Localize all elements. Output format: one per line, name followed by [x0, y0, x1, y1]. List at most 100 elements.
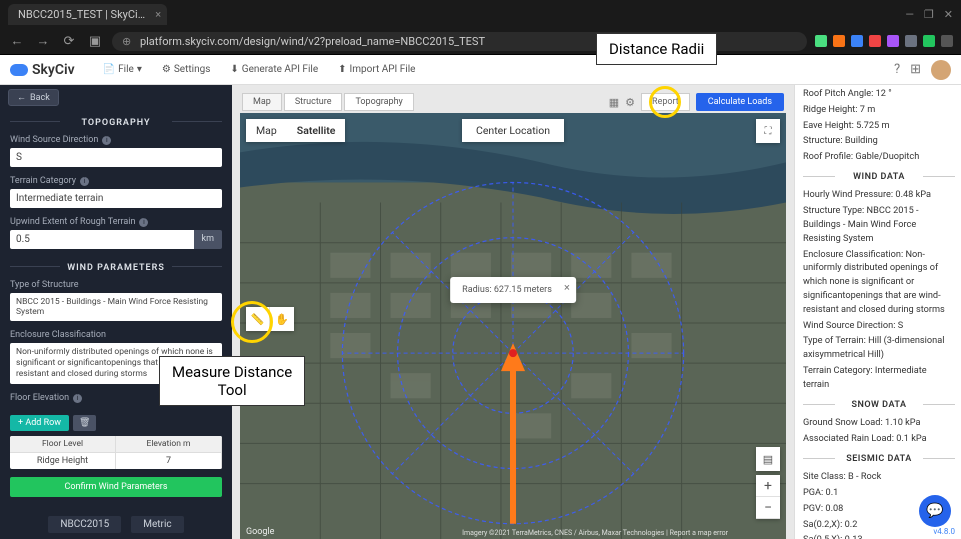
rain-load: Associated Rain Load: 0.1 kPa — [803, 432, 955, 446]
info-icon[interactable]: i — [102, 136, 111, 145]
section-wind-params: WIND PARAMETERS — [0, 255, 232, 277]
upwind-extent-label: Upwind Extent of Rough Terraini — [10, 217, 222, 227]
unit-tab[interactable]: Metric — [131, 516, 183, 533]
ext-icon[interactable] — [923, 35, 935, 47]
enclosure-class: Enclosure Classification: Non-uniformly … — [803, 248, 955, 317]
ground-snow: Ground Snow Load: 1.10 kPa — [803, 416, 955, 430]
upwind-extent-input[interactable] — [10, 230, 194, 249]
structure-type-select[interactable]: NBCC 2015 - Buildings - Main Wind Force … — [10, 293, 222, 321]
tab-topography[interactable]: Topography — [344, 93, 413, 111]
hand-icon[interactable]: ✋ — [270, 307, 294, 331]
ext-icon[interactable] — [905, 35, 917, 47]
maximize-icon[interactable]: ❐ — [924, 8, 934, 21]
map-view-button[interactable]: Map — [246, 119, 287, 142]
reload-icon[interactable]: ⟳ — [60, 34, 78, 49]
ext-icon[interactable] — [941, 35, 953, 47]
window-controls: — ❐ ✕ — [905, 8, 953, 21]
back-nav-icon[interactable]: ← — [8, 33, 26, 49]
satellite-view-button[interactable]: Satellite — [287, 119, 346, 142]
browser-tab[interactable]: NBCC2015_TEST | SkyCi… × — [8, 4, 167, 25]
radius-popup: × Radius: 627.15 meters — [450, 277, 576, 303]
close-icon[interactable]: × — [564, 281, 570, 294]
satellite-map[interactable] — [240, 113, 786, 539]
ext-icon[interactable] — [815, 35, 827, 47]
section-topography: TOPOGRAPHY — [0, 110, 232, 132]
ruler-icon[interactable]: 📏 — [246, 307, 270, 331]
seismic-data-header: SEISMIC DATA — [803, 448, 955, 469]
app-toolbar: SkyCiv 📄File▾ ⚙Settings ⬇Generate API Fi… — [0, 55, 961, 85]
info-icon[interactable]: i — [80, 177, 89, 186]
ext-icon[interactable] — [869, 35, 881, 47]
layers-icon[interactable]: ▤ — [756, 447, 780, 471]
apps-icon[interactable]: ⊞ — [910, 62, 921, 77]
version-label: v4.8.0 — [933, 527, 955, 536]
calculate-button[interactable]: Calculate Loads — [696, 93, 784, 111]
roof-profile: Roof Profile: Gable/Duopitch — [803, 150, 955, 164]
sidebar: ←Back TOPOGRAPHY Wind Source Directioni … — [0, 55, 232, 539]
tab-structure[interactable]: Structure — [284, 93, 343, 111]
delete-row-button[interactable]: 🗑 — [73, 415, 96, 431]
eave-height: Eave Height: 5.725 m — [803, 119, 955, 133]
terrain-type: Type of Terrain: Hill (3-dimensional axi… — [803, 334, 955, 362]
add-row-button[interactable]: + Add Row — [10, 415, 69, 431]
zoom-out-icon[interactable]: − — [756, 497, 780, 519]
tab-icon[interactable]: ▣ — [86, 34, 104, 49]
ridge-height: Ridge Height: 7 m — [803, 103, 955, 117]
ext-icon[interactable] — [851, 35, 863, 47]
center-location-button[interactable]: Center Location — [462, 119, 564, 142]
gear-icon[interactable]: ⚙ — [625, 96, 635, 109]
report-button[interactable]: Report — [641, 93, 690, 111]
hourly-wind: Hourly Wind Pressure: 0.48 kPa — [803, 188, 955, 202]
settings-menu[interactable]: ⚙Settings — [154, 61, 218, 78]
code-tab[interactable]: NBCC2015 — [48, 516, 121, 533]
ext-icon[interactable] — [833, 35, 845, 47]
structure: Structure: Building — [803, 134, 955, 148]
extensions — [815, 35, 953, 47]
info-icon[interactable]: i — [139, 218, 148, 227]
wind-direction: Wind Source Direction: S — [803, 319, 955, 333]
tab-map[interactable]: Map — [242, 93, 282, 111]
forward-nav-icon[interactable]: → — [34, 33, 52, 49]
address-bar: ← → ⟳ ▣ ⊕ platform.skyciv.com/design/win… — [0, 28, 961, 55]
annotation-measure-tool: Measure Distance Tool — [159, 356, 305, 406]
wind-data-header: WIND DATA — [803, 166, 955, 187]
chat-icon[interactable]: 💬 — [919, 495, 951, 527]
help-icon[interactable]: ? — [894, 62, 900, 77]
file-menu[interactable]: 📄File▾ — [95, 61, 150, 78]
col-elevation: Elevation m — [116, 436, 222, 452]
confirm-button[interactable]: Confirm Wind Parameters — [10, 477, 222, 497]
wind-direction-select[interactable]: S — [10, 148, 222, 167]
data-panel: Roof Pitch Angle: 12 ° Ridge Height: 7 m… — [794, 55, 961, 539]
zoom-control: + − — [756, 475, 780, 519]
map-area: Map Structure Topography ▦ ⚙ Report Calc… — [232, 55, 794, 539]
zoom-in-icon[interactable]: + — [756, 475, 780, 497]
import-api-btn[interactable]: ⬆Import API File — [330, 61, 423, 78]
info-icon[interactable]: i — [73, 394, 82, 403]
generate-api-btn[interactable]: ⬇Generate API File — [222, 61, 326, 78]
table-row[interactable]: Ridge Height 7 — [10, 452, 222, 469]
tab-title: NBCC2015_TEST | SkyCi… — [18, 8, 145, 21]
logo[interactable]: SkyCiv — [10, 62, 75, 78]
site-class: Site Class: B - Rock — [803, 470, 955, 484]
terrain-category-select[interactable]: Intermediate terrain — [10, 189, 222, 208]
back-button[interactable]: ←Back — [8, 89, 59, 106]
unit-label: km — [194, 230, 222, 249]
camera-icon[interactable]: ▦ — [609, 96, 619, 109]
measure-tool: 📏 ✋ — [246, 307, 294, 331]
snow-data-header: SNOW DATA — [803, 394, 955, 415]
close-window-icon[interactable]: ✕ — [944, 8, 953, 21]
map-type-toggle: Map Satellite — [246, 119, 345, 142]
structure-type-label: Type of Structure — [10, 280, 222, 290]
close-icon[interactable]: × — [155, 8, 161, 21]
cloud-icon — [10, 64, 28, 76]
map-attribution: Imagery ©2021 TerraMetrics, CNES / Airbu… — [462, 529, 728, 537]
ext-icon[interactable] — [887, 35, 899, 47]
fullscreen-icon[interactable]: ⛶ — [756, 119, 780, 143]
sa05: Sa(0.5,X): 0.13 — [803, 533, 955, 539]
lock-icon: ⊕ — [122, 35, 131, 48]
structure-type: Structure Type: NBCC 2015 - Buildings - … — [803, 204, 955, 245]
floor-table: Floor Level Elevation m Ridge Height 7 — [10, 436, 222, 469]
browser-tab-strip: NBCC2015_TEST | SkyCi… × — ❐ ✕ — [0, 0, 961, 28]
avatar[interactable] — [931, 60, 951, 80]
minimize-icon[interactable]: — — [905, 8, 914, 21]
